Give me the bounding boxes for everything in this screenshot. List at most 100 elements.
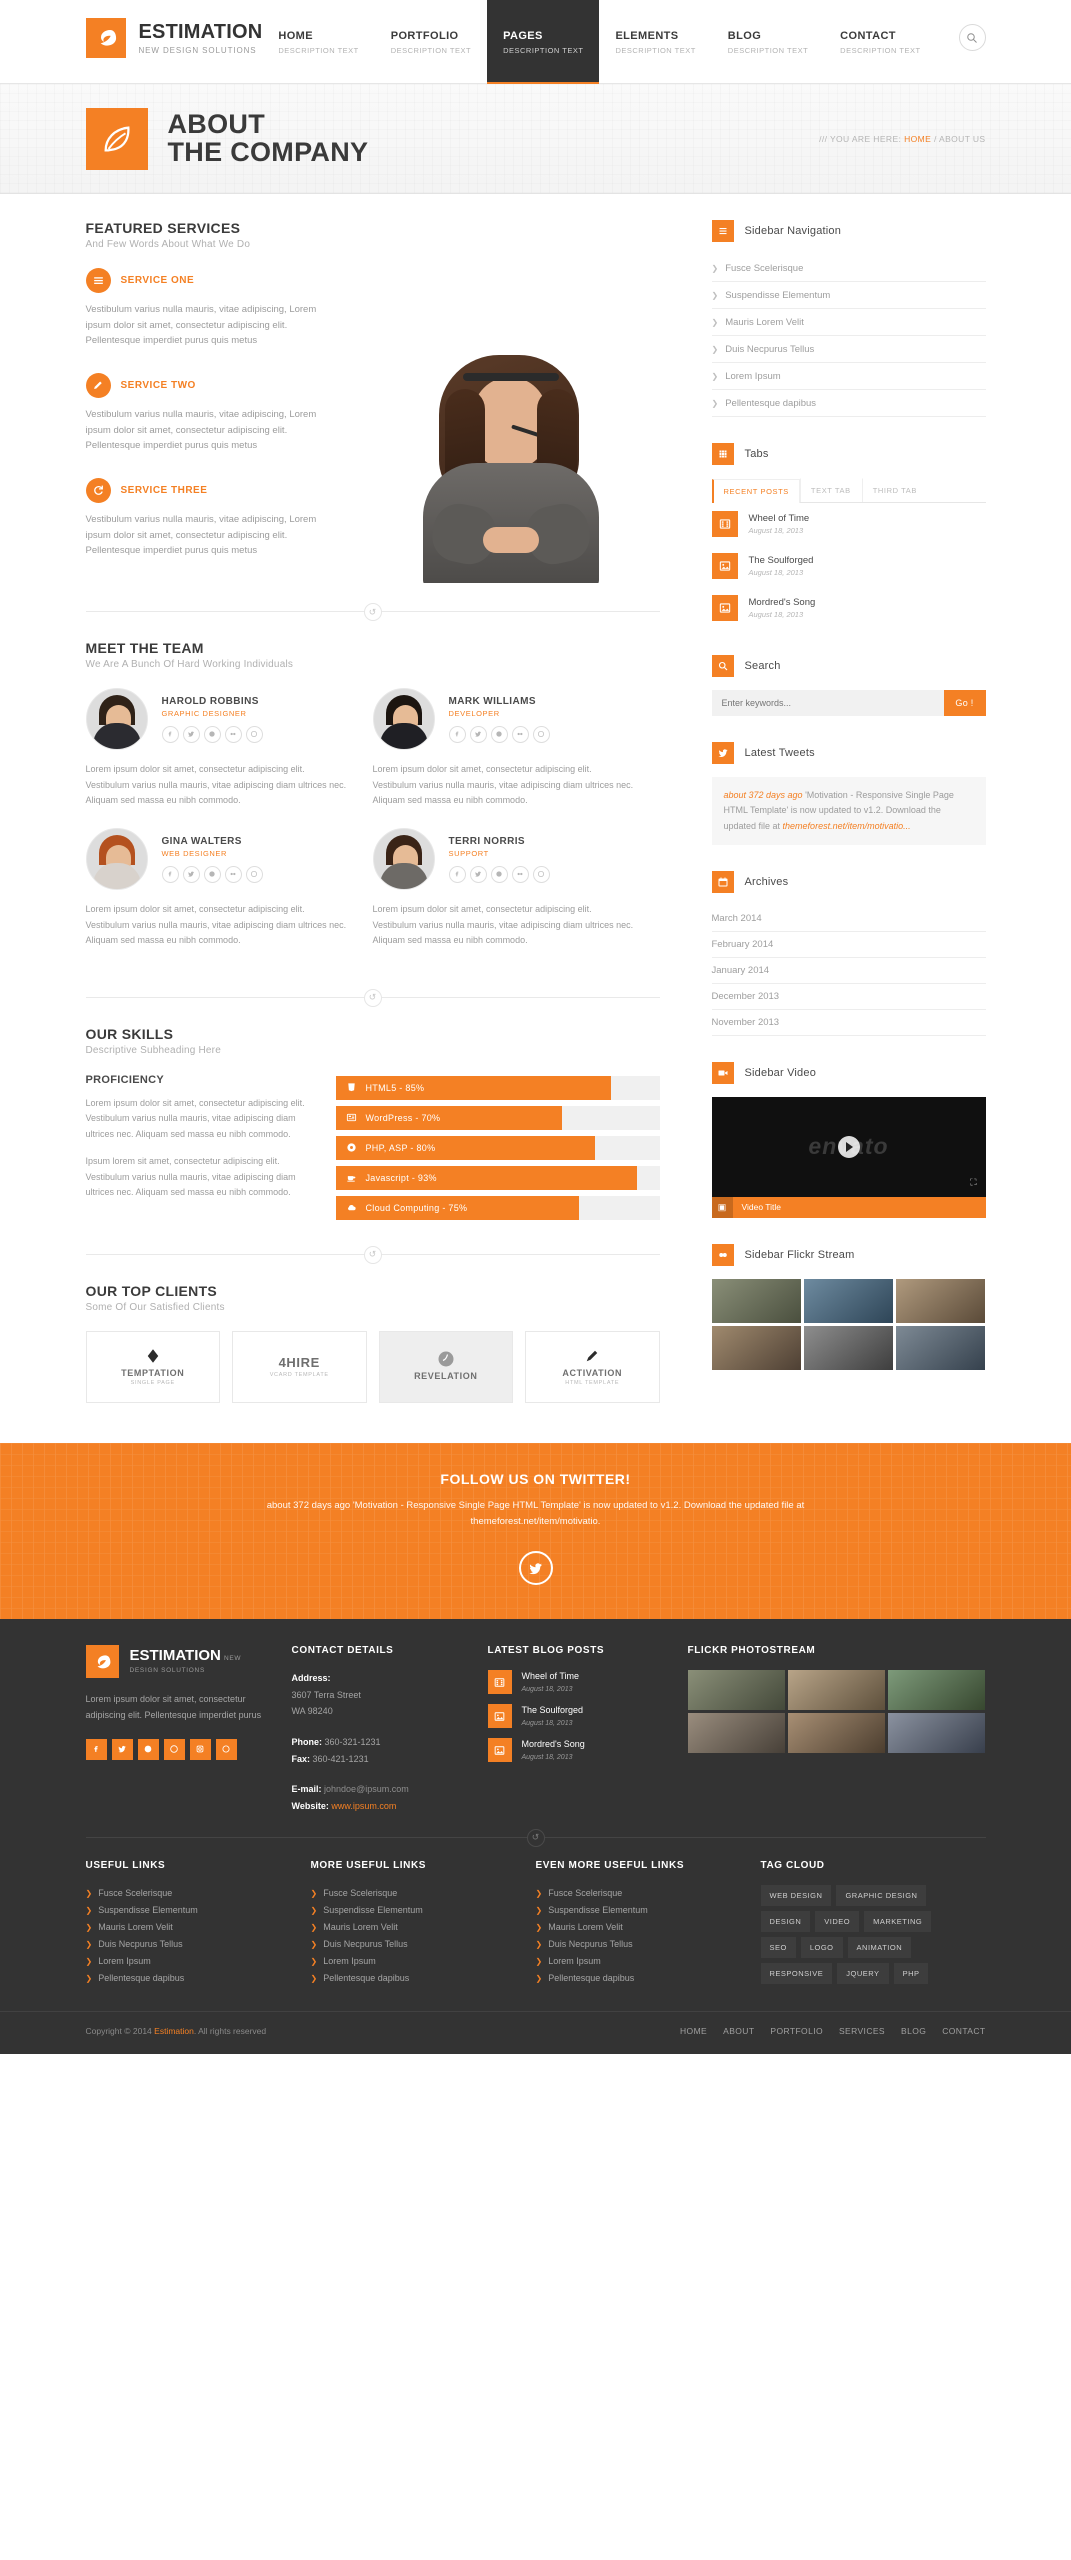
email-value[interactable]: johndoe@ipsum.com [324, 1784, 409, 1794]
tweet-link[interactable]: themeforest.net/item/motivatio... [783, 821, 911, 831]
nav-item-blog[interactable]: BLOG DESCRIPTION TEXT [712, 0, 824, 84]
footer-brand[interactable]: ESTIMATION NEW DESIGN SOLUTIONS [85, 1645, 270, 1679]
footer-link[interactable]: ❯ Fusce Scelerisque [86, 1885, 291, 1902]
facebook-icon[interactable] [161, 725, 179, 743]
bottom-nav-about[interactable]: ABOUT [723, 2026, 754, 2036]
nav-item-portfolio[interactable]: PORTFOLIO DESCRIPTION TEXT [375, 0, 487, 84]
footer-link[interactable]: ❯ Duis Necpurus Tellus [536, 1936, 741, 1953]
tab-third-tab[interactable]: THIRD TAB [861, 478, 928, 502]
service-title[interactable]: SERVICE ONE [121, 275, 195, 286]
archive-item[interactable]: December 2013 [711, 984, 986, 1010]
nav-item-contact[interactable]: CONTACT DESCRIPTION TEXT [824, 0, 936, 84]
archive-item[interactable]: November 2013 [711, 1010, 986, 1036]
footer-photo[interactable] [687, 1713, 785, 1754]
flickr-photo[interactable] [803, 1278, 894, 1323]
facebook-icon[interactable] [161, 865, 179, 883]
facebook-icon[interactable] [85, 1738, 107, 1760]
dribbble-icon[interactable] [245, 865, 263, 883]
facebook-icon[interactable] [448, 725, 466, 743]
archive-item[interactable]: March 2014 [711, 906, 986, 932]
footer-blog-post[interactable]: Wheel of Time August 18, 2013 [487, 1670, 666, 1695]
facebook-icon[interactable] [448, 865, 466, 883]
nav-item-elements[interactable]: ELEMENTS DESCRIPTION TEXT [599, 0, 711, 84]
footer-link[interactable]: ❯ Suspendisse Elementum [86, 1902, 291, 1919]
skype-icon[interactable] [490, 865, 508, 883]
client-logo[interactable]: ACTIVATION HTML TEMPLATE [525, 1330, 660, 1403]
flickr-photo[interactable] [711, 1278, 801, 1323]
service-title[interactable]: SERVICE THREE [121, 485, 208, 496]
footer-link[interactable]: ❯ Duis Necpurus Tellus [311, 1936, 516, 1953]
archive-item[interactable]: February 2014 [711, 932, 986, 958]
footer-photo[interactable] [687, 1670, 785, 1711]
search-input[interactable] [711, 690, 944, 716]
footer-link[interactable]: ❯ Lorem Ipsum [86, 1953, 291, 1970]
nav-item-pages[interactable]: PAGES DESCRIPTION TEXT [487, 0, 600, 85]
footer-blog-post[interactable]: The Soulforged August 18, 2013 [487, 1704, 666, 1729]
sidebar-nav-label[interactable]: Lorem Ipsum [725, 371, 780, 382]
footer-link[interactable]: ❯ Mauris Lorem Velit [86, 1919, 291, 1936]
footer-link[interactable]: ❯ Duis Necpurus Tellus [86, 1936, 291, 1953]
twitter-icon[interactable] [182, 725, 200, 743]
website-value[interactable]: www.ipsum.com [331, 1801, 396, 1811]
footer-link[interactable]: ❯ Mauris Lorem Velit [536, 1919, 741, 1936]
footer-photo[interactable] [888, 1713, 986, 1754]
flickr-photo[interactable] [896, 1325, 986, 1370]
skype-icon[interactable] [203, 725, 221, 743]
bottom-nav-services[interactable]: SERVICES [839, 2026, 885, 2036]
header-search-button[interactable] [958, 24, 986, 51]
footer-link[interactable]: ❯ Fusce Scelerisque [311, 1885, 516, 1902]
sidebar-nav-label[interactable]: Pellentesque dapibus [725, 398, 816, 409]
bottom-nav-home[interactable]: HOME [680, 2026, 707, 2036]
footer-link[interactable]: ❯ Suspendisse Elementum [536, 1902, 741, 1919]
archive-item[interactable]: January 2014 [711, 958, 986, 984]
twitter-icon[interactable] [182, 865, 200, 883]
twitter-icon[interactable] [469, 725, 487, 743]
flickr-icon[interactable] [224, 865, 242, 883]
tab-recent-posts[interactable]: RECENT POSTS [711, 479, 800, 503]
footer-photo[interactable] [787, 1713, 886, 1754]
client-logo[interactable]: TEMPTATION SINGLE PAGE [85, 1330, 220, 1403]
tab-text-tab[interactable]: TEXT TAB [799, 478, 862, 502]
recent-post-item[interactable]: The Soulforged August 18, 2013 [711, 545, 986, 587]
breadcrumb-home-link[interactable]: HOME [904, 134, 931, 144]
sidebar-nav-label[interactable]: Mauris Lorem Velit [725, 317, 804, 328]
skype-icon[interactable] [203, 865, 221, 883]
sidebar-nav-label[interactable]: Duis Necpurus Tellus [725, 344, 814, 355]
footer-blog-post[interactable]: Mordred's Song August 18, 2013 [487, 1738, 666, 1763]
sidebar-nav-label[interactable]: Fusce Scelerisque [725, 263, 803, 274]
google-plus-icon[interactable] [215, 1738, 237, 1760]
tag-item[interactable]: ANIMATION [847, 1936, 912, 1958]
brand-logo-link[interactable]: ESTIMATION NEW DESIGN SOLUTIONS [85, 0, 263, 58]
footer-photo[interactable] [787, 1670, 886, 1711]
footer-link[interactable]: ❯ Suspendisse Elementum [311, 1902, 516, 1919]
play-icon[interactable] [837, 1135, 860, 1158]
tag-item[interactable]: VIDEO [815, 1910, 860, 1932]
client-logo[interactable]: 4HIRE VCARD TEMPLATE [232, 1330, 367, 1403]
footer-link[interactable]: ❯ Lorem Ipsum [536, 1953, 741, 1970]
tag-item[interactable]: JQUERY [837, 1962, 889, 1984]
instagram-icon[interactable] [189, 1738, 211, 1760]
footer-link[interactable]: ❯ Pellentesque dapibus [536, 1970, 741, 1987]
sidebar-nav-item[interactable]: ❯ Pellentesque dapibus [711, 390, 986, 417]
skype-icon[interactable] [137, 1738, 159, 1760]
skype-icon[interactable] [490, 725, 508, 743]
nav-item-home[interactable]: HOME DESCRIPTION TEXT [262, 0, 374, 84]
bottom-nav-portfolio[interactable]: PORTFOLIO [770, 2026, 823, 2036]
sidebar-nav-item[interactable]: ❯ Suspendisse Elementum [711, 282, 986, 309]
twitter-icon[interactable] [111, 1738, 133, 1760]
tag-item[interactable]: GRAPHIC DESIGN [836, 1884, 927, 1906]
flickr-photo[interactable] [803, 1325, 894, 1370]
tag-item[interactable]: MARKETING [864, 1910, 932, 1932]
flickr-icon[interactable] [511, 725, 529, 743]
sidebar-nav-item[interactable]: ❯ Lorem Ipsum [711, 363, 986, 390]
tag-item[interactable]: DESIGN [760, 1910, 811, 1932]
client-logo[interactable]: REVELATION [378, 1330, 513, 1403]
footer-photo[interactable] [888, 1670, 986, 1711]
footer-link[interactable]: ❯ Pellentesque dapibus [311, 1970, 516, 1987]
twitter-icon[interactable] [469, 865, 487, 883]
tag-item[interactable]: LOGO [800, 1936, 843, 1958]
twitter-icon[interactable] [518, 1551, 553, 1586]
dribbble-icon[interactable] [163, 1738, 185, 1760]
fullscreen-icon[interactable]: ⛶ [970, 1177, 976, 1188]
sidebar-nav-item[interactable]: ❯ Duis Necpurus Tellus [711, 336, 986, 363]
